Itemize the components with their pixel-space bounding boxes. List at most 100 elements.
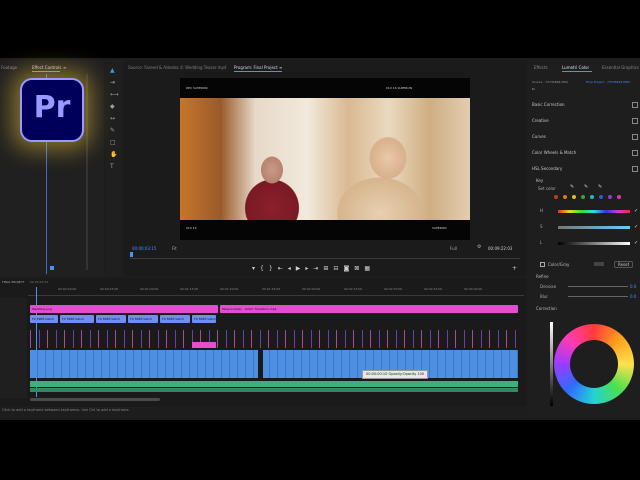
hue-checkbox[interactable]: ✓	[634, 208, 638, 214]
program-tab-menu-icon[interactable]: ≡	[279, 65, 282, 70]
quality-dropdown[interactable]: Full	[450, 246, 457, 251]
blur-label: Blur	[540, 294, 549, 299]
creative-checkbox[interactable]	[632, 118, 638, 124]
fit-dropdown[interactable]: Fit	[172, 246, 177, 251]
clip-glitch[interactable]: FX FREE Glitch	[96, 315, 126, 323]
sequence-name[interactable]: FINAL PROJECT	[2, 280, 25, 285]
program-tab-underline	[234, 71, 282, 72]
section-hsl-secondary[interactable]: HSL Secondary	[532, 166, 562, 171]
program-playhead[interactable]	[130, 252, 133, 257]
compare-button[interactable]: ⊠	[354, 265, 364, 272]
timeline-timecode[interactable]: 00:00:03:15	[30, 280, 48, 285]
pen-icon[interactable]: ✎	[110, 128, 115, 134]
type-icon[interactable]: T	[110, 164, 114, 170]
track-select-icon[interactable]: ⇥	[110, 80, 115, 86]
program-video-frame: REC SUPERON 010 16 SUPERON 010 16 SUPERO…	[180, 78, 470, 240]
timeline-scrollbar[interactable]	[30, 398, 160, 401]
go-to-in-button[interactable]: ⇤	[278, 265, 288, 272]
a1-audio-track[interactable]	[30, 381, 518, 387]
hand-icon[interactable]: ✋	[110, 152, 117, 158]
tab-footage[interactable]: Footage	[1, 65, 17, 70]
selection-tool-icon[interactable]: ▲	[110, 68, 116, 74]
track-headers	[0, 298, 27, 398]
section-basic-correction[interactable]: Basic Correction	[532, 102, 565, 107]
a2-audio-track[interactable]	[30, 388, 518, 392]
tab-essential-graphics[interactable]: Essential Graphics	[602, 65, 639, 70]
luminance-slider[interactable]	[558, 242, 630, 245]
step-back-button[interactable]: ◂	[288, 265, 296, 272]
eyedropper-icon[interactable]: ✎	[570, 184, 574, 190]
clip-glitch[interactable]: FX FREE Glitch	[30, 315, 58, 323]
time-ruler[interactable]: 00:00:20:00 00:00:45:00 00:01:00:00 00:0…	[28, 287, 524, 296]
swatch-green[interactable]	[581, 195, 585, 199]
tab-effects[interactable]: Effects	[534, 65, 548, 70]
lumetri-fx[interactable]: fx	[532, 87, 535, 92]
luminance-checkbox[interactable]: ✓	[634, 240, 638, 246]
basic-correction-checkbox[interactable]	[632, 102, 638, 108]
rectangle-icon[interactable]: □	[110, 140, 116, 146]
marker-button[interactable]: ▾	[252, 265, 260, 272]
mark-out-button[interactable]: }	[269, 265, 278, 272]
slip-icon[interactable]: ↔	[110, 116, 115, 122]
curves-checkbox[interactable]	[632, 134, 638, 140]
saturation-checkbox[interactable]: ✓	[634, 224, 638, 230]
go-to-out-button[interactable]: ⇥	[313, 265, 323, 272]
tab-lumetri-color[interactable]: Lumetri Color	[562, 65, 589, 70]
ripple-edit-icon[interactable]: ⟷	[110, 92, 119, 98]
color-wheels-checkbox[interactable]	[632, 150, 638, 156]
button-editor-button[interactable]: ▦	[364, 265, 375, 272]
saturation-slider[interactable]	[558, 226, 630, 229]
clip-pink-small[interactable]	[192, 342, 216, 348]
export-frame-button[interactable]: ◙	[343, 265, 354, 272]
swatch-blue[interactable]	[599, 195, 603, 199]
hue-slider[interactable]	[558, 210, 630, 213]
clip-glitch[interactable]: FX FREE Glitch	[128, 315, 158, 323]
correction-slider[interactable]	[550, 322, 553, 406]
reset-button[interactable]: Reset	[614, 261, 634, 268]
tab-program-monitor[interactable]: Program: Final Project	[234, 65, 278, 70]
ruler-tick: 00:00:20:00	[58, 287, 77, 291]
tab-source-monitor[interactable]: Source: Fareed & Adeeba © Wedding Teaser…	[128, 65, 227, 70]
section-color-wheels[interactable]: Color Wheels & Match	[532, 150, 576, 155]
swatch-red[interactable]	[554, 195, 558, 199]
overwrite-button[interactable]: ⊟	[333, 265, 343, 272]
playhead-handle[interactable]	[50, 266, 54, 270]
eyedropper-subtract-icon[interactable]: ✎	[598, 184, 602, 190]
eyedropper-add-icon[interactable]: ✎	[584, 184, 588, 190]
insert-button[interactable]: ⊞	[323, 265, 333, 272]
color-gray-dropdown[interactable]	[594, 262, 604, 266]
add-button-icon[interactable]: +	[512, 265, 517, 272]
clip-glitch[interactable]: FX FREE Glitch	[160, 315, 190, 323]
wrench-icon[interactable]: ⚙	[477, 244, 481, 250]
clip-wedding-png[interactable]: Wedding.png	[30, 305, 218, 313]
color-wheel[interactable]	[554, 324, 634, 404]
swatch-yellow[interactable]	[572, 195, 576, 199]
denoise-value[interactable]: 0.0	[630, 284, 636, 289]
denoise-slider[interactable]	[568, 286, 628, 287]
mark-in-button[interactable]: {	[260, 265, 269, 272]
razor-icon[interactable]: ◆	[110, 104, 115, 110]
v1-video-track[interactable]	[30, 350, 518, 378]
blur-slider[interactable]	[568, 296, 628, 297]
play-button[interactable]: ▶	[296, 265, 306, 272]
section-curves[interactable]: Curves	[532, 134, 546, 139]
effect-scroll[interactable]	[86, 74, 88, 270]
swatch-orange[interactable]	[563, 195, 567, 199]
program-scrubber[interactable]	[130, 254, 520, 259]
tab-menu-icon[interactable]: ≡	[63, 65, 66, 70]
section-creative[interactable]: Creative	[532, 118, 549, 123]
tab-effect-controls[interactable]: Effect Controls	[32, 65, 61, 70]
blur-value[interactable]: 0.0	[630, 294, 636, 299]
swatch-magenta[interactable]	[617, 195, 621, 199]
ruler-tick: 00:00:45:00	[100, 287, 119, 291]
lumetri-project[interactable]: Final Project · 73745894.MOV	[586, 80, 630, 85]
clip-glitch[interactable]: FX FREE Glitch	[60, 315, 94, 323]
swatch-cyan[interactable]	[590, 195, 594, 199]
hsl-checkbox[interactable]	[632, 166, 638, 172]
ruler-tick: 00:02:30:00	[384, 287, 403, 291]
clip-teleprompter[interactable]: Teleprompter · Glitch Transition.mp4	[220, 305, 518, 313]
clip-glitch[interactable]: FX FREE Glitch	[192, 315, 216, 323]
swatch-purple[interactable]	[608, 195, 612, 199]
color-gray-checkbox[interactable]	[540, 262, 545, 267]
program-timecode[interactable]: 00:00:03:15	[132, 246, 156, 251]
